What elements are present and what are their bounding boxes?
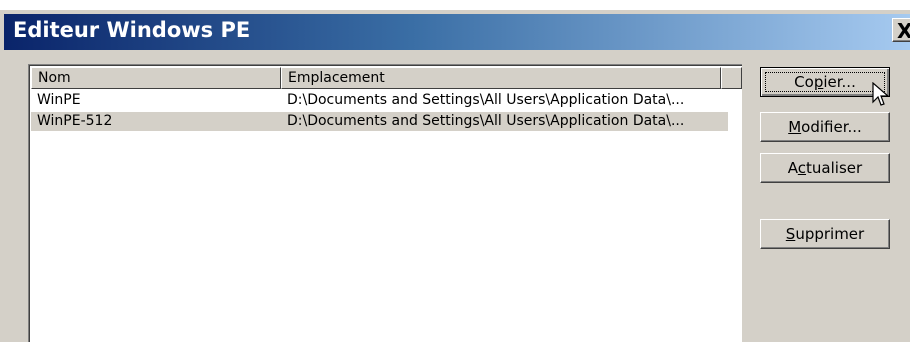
modifier-label: Modifier... [788, 118, 862, 136]
column-header-filler [721, 67, 742, 89]
pe-list-view[interactable]: Nom Emplacement WinPE D:\Documents and S… [28, 64, 742, 342]
title-bar[interactable]: Editeur Windows PE X [4, 14, 910, 50]
supprimer-label-post: upprimer [795, 225, 865, 243]
close-icon: X [897, 19, 910, 43]
actualiser-label: Actualiser [788, 159, 862, 177]
copier-button[interactable]: Copier... [760, 67, 890, 97]
copier-label: Copier... [794, 73, 856, 91]
copier-label-post: ier... [823, 73, 856, 91]
list-header: Nom Emplacement [31, 67, 742, 89]
modifier-button[interactable]: Modifier... [760, 112, 890, 142]
row-emplacement: D:\Documents and Settings\All Users\Appl… [287, 92, 685, 108]
row-emplacement: D:\Documents and Settings\All Users\Appl… [287, 113, 685, 129]
list-row-selected[interactable]: WinPE-512 D:\Documents and Settings\All … [31, 112, 728, 131]
actualiser-label-post: tualiser [806, 159, 863, 177]
column-header-emplacement[interactable]: Emplacement [281, 67, 721, 89]
actualiser-label-pre: A [787, 159, 798, 177]
supprimer-button[interactable]: Supprimer [760, 219, 890, 249]
close-button[interactable]: X [892, 18, 910, 43]
column-header-nom[interactable]: Nom [31, 67, 281, 89]
row-nom: WinPE [37, 92, 81, 108]
mouse-pointer-icon [872, 82, 890, 106]
modifier-mnemonic: M [788, 118, 802, 136]
copier-mnemonic: p [813, 73, 824, 91]
window-title: Editeur Windows PE [13, 18, 251, 42]
supprimer-mnemonic: S [785, 225, 796, 243]
actualiser-mnemonic: c [797, 159, 807, 177]
list-row[interactable]: WinPE D:\Documents and Settings\All User… [31, 91, 728, 110]
copier-label-pre: Co [794, 73, 814, 91]
supprimer-label: Supprimer [786, 225, 864, 243]
row-nom: WinPE-512 [37, 113, 113, 129]
actualiser-button[interactable]: Actualiser [760, 153, 890, 183]
modifier-label-post: odifier... [801, 118, 862, 136]
